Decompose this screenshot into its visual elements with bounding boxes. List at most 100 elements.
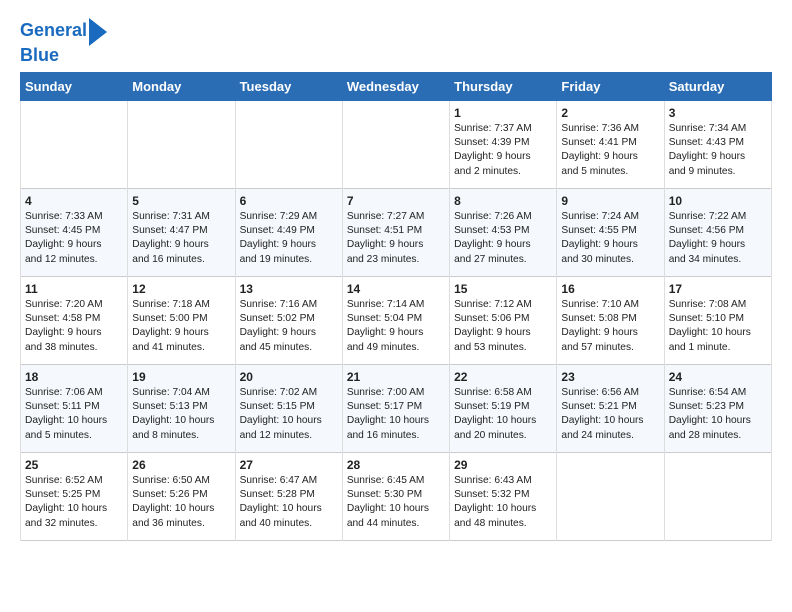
- cell-content: Sunrise: 7:08 AM Sunset: 5:10 PM Dayligh…: [669, 298, 767, 355]
- calendar-cell: 18 Sunrise: 7:06 AM Sunset: 5:11 PM Dayli…: [21, 364, 128, 452]
- calendar-day-header: Tuesday: [235, 72, 342, 100]
- cell-content: Sunrise: 6:50 AM Sunset: 5:26 PM Dayligh…: [132, 474, 230, 531]
- calendar-cell: 20 Sunrise: 7:02 AM Sunset: 5:15 PM Dayli…: [235, 364, 342, 452]
- calendar-cell: 8 Sunrise: 7:26 AM Sunset: 4:53 PM Daylig…: [450, 188, 557, 276]
- calendar-day-header: Monday: [128, 72, 235, 100]
- calendar-cell: 11Sunrise: 7:20 AM Sunset: 4:58 PM Dayli…: [21, 276, 128, 364]
- cell-content: Sunrise: 7:00 AM Sunset: 5:17 PM Dayligh…: [347, 386, 445, 443]
- cell-content: Sunrise: 6:43 AM Sunset: 5:32 PM Dayligh…: [454, 474, 552, 531]
- calendar-cell: 14 Sunrise: 7:14 AM Sunset: 5:04 PM Dayli…: [342, 276, 449, 364]
- day-number: 18: [25, 370, 123, 384]
- day-number: 16: [561, 282, 659, 296]
- cell-content: Sunrise: 7:18 AM Sunset: 5:00 PM Dayligh…: [132, 298, 230, 355]
- calendar-day-header: Saturday: [664, 72, 771, 100]
- day-number: 10: [669, 194, 767, 208]
- day-number: 23: [561, 370, 659, 384]
- day-number: 1: [454, 106, 552, 120]
- day-number: 13: [240, 282, 338, 296]
- cell-content: Sunrise: 6:56 AM Sunset: 5:21 PM Dayligh…: [561, 386, 659, 443]
- calendar-cell: 15 Sunrise: 7:12 AM Sunset: 5:06 PM Dayli…: [450, 276, 557, 364]
- calendar-cell: 24 Sunrise: 6:54 AM Sunset: 5:23 PM Dayli…: [664, 364, 771, 452]
- day-number: 4: [25, 194, 123, 208]
- calendar-cell: [21, 100, 128, 188]
- calendar-cell: 27 Sunrise: 6:47 AM Sunset: 5:28 PM Dayli…: [235, 452, 342, 540]
- cell-content: Sunrise: 6:47 AM Sunset: 5:28 PM Dayligh…: [240, 474, 338, 531]
- page-header: General Blue: [20, 16, 772, 66]
- cell-content: Sunrise: 7:33 AM Sunset: 4:45 PM Dayligh…: [25, 210, 123, 267]
- calendar-table: SundayMondayTuesdayWednesdayThursdayFrid…: [20, 72, 772, 541]
- day-number: 22: [454, 370, 552, 384]
- cell-content: Sunrise: 7:02 AM Sunset: 5:15 PM Dayligh…: [240, 386, 338, 443]
- calendar-cell: 29 Sunrise: 6:43 AM Sunset: 5:32 PM Dayli…: [450, 452, 557, 540]
- cell-content: Sunrise: 6:58 AM Sunset: 5:19 PM Dayligh…: [454, 386, 552, 443]
- day-number: 3: [669, 106, 767, 120]
- calendar-cell: 3 Sunrise: 7:34 AM Sunset: 4:43 PM Daylig…: [664, 100, 771, 188]
- day-number: 8: [454, 194, 552, 208]
- calendar-cell: 4 Sunrise: 7:33 AM Sunset: 4:45 PM Daylig…: [21, 188, 128, 276]
- cell-content: Sunrise: 7:34 AM Sunset: 4:43 PM Dayligh…: [669, 122, 767, 179]
- calendar-cell: 12 Sunrise: 7:18 AM Sunset: 5:00 PM Dayli…: [128, 276, 235, 364]
- calendar-cell: 1 Sunrise: 7:37 AM Sunset: 4:39 PM Daylig…: [450, 100, 557, 188]
- cell-content: Sunrise: 7:06 AM Sunset: 5:11 PM Dayligh…: [25, 386, 123, 443]
- cell-content: Sunrise: 7:26 AM Sunset: 4:53 PM Dayligh…: [454, 210, 552, 267]
- calendar-week-row: 11Sunrise: 7:20 AM Sunset: 4:58 PM Dayli…: [21, 276, 772, 364]
- calendar-cell: 16 Sunrise: 7:10 AM Sunset: 5:08 PM Dayli…: [557, 276, 664, 364]
- calendar-body: 1 Sunrise: 7:37 AM Sunset: 4:39 PM Daylig…: [21, 100, 772, 540]
- calendar-week-row: 1 Sunrise: 7:37 AM Sunset: 4:39 PM Daylig…: [21, 100, 772, 188]
- calendar-cell: 9 Sunrise: 7:24 AM Sunset: 4:55 PM Daylig…: [557, 188, 664, 276]
- day-number: 24: [669, 370, 767, 384]
- calendar-cell: 6Sunrise: 7:29 AM Sunset: 4:49 PM Daylig…: [235, 188, 342, 276]
- calendar-cell: [235, 100, 342, 188]
- day-number: 20: [240, 370, 338, 384]
- day-number: 19: [132, 370, 230, 384]
- cell-content: Sunrise: 7:04 AM Sunset: 5:13 PM Dayligh…: [132, 386, 230, 443]
- day-number: 17: [669, 282, 767, 296]
- calendar-cell: 23 Sunrise: 6:56 AM Sunset: 5:21 PM Dayli…: [557, 364, 664, 452]
- day-number: 21: [347, 370, 445, 384]
- calendar-cell: 7 Sunrise: 7:27 AM Sunset: 4:51 PM Daylig…: [342, 188, 449, 276]
- calendar-day-header: Friday: [557, 72, 664, 100]
- day-number: 27: [240, 458, 338, 472]
- day-number: 12: [132, 282, 230, 296]
- day-number: 25: [25, 458, 123, 472]
- calendar-cell: 22 Sunrise: 6:58 AM Sunset: 5:19 PM Dayli…: [450, 364, 557, 452]
- calendar-week-row: 18 Sunrise: 7:06 AM Sunset: 5:11 PM Dayli…: [21, 364, 772, 452]
- calendar-cell: [664, 452, 771, 540]
- calendar-cell: 25 Sunrise: 6:52 AM Sunset: 5:25 PM Dayli…: [21, 452, 128, 540]
- cell-content: Sunrise: 7:16 AM Sunset: 5:02 PM Dayligh…: [240, 298, 338, 355]
- day-number: 2: [561, 106, 659, 120]
- day-number: 14: [347, 282, 445, 296]
- cell-content: Sunrise: 6:54 AM Sunset: 5:23 PM Dayligh…: [669, 386, 767, 443]
- cell-content: Sunrise: 7:10 AM Sunset: 5:08 PM Dayligh…: [561, 298, 659, 355]
- calendar-week-row: 4 Sunrise: 7:33 AM Sunset: 4:45 PM Daylig…: [21, 188, 772, 276]
- calendar-cell: 28Sunrise: 6:45 AM Sunset: 5:30 PM Dayli…: [342, 452, 449, 540]
- calendar-header-row: SundayMondayTuesdayWednesdayThursdayFrid…: [21, 72, 772, 100]
- logo: General Blue: [20, 16, 107, 66]
- calendar-cell: 10Sunrise: 7:22 AM Sunset: 4:56 PM Dayli…: [664, 188, 771, 276]
- day-number: 9: [561, 194, 659, 208]
- logo-text: General: [20, 21, 87, 41]
- day-number: 15: [454, 282, 552, 296]
- calendar-cell: 26Sunrise: 6:50 AM Sunset: 5:26 PM Dayli…: [128, 452, 235, 540]
- day-number: 7: [347, 194, 445, 208]
- calendar-cell: 5Sunrise: 7:31 AM Sunset: 4:47 PM Daylig…: [128, 188, 235, 276]
- cell-content: Sunrise: 7:14 AM Sunset: 5:04 PM Dayligh…: [347, 298, 445, 355]
- cell-content: Sunrise: 7:29 AM Sunset: 4:49 PM Dayligh…: [240, 210, 338, 267]
- day-number: 29: [454, 458, 552, 472]
- cell-content: Sunrise: 7:20 AM Sunset: 4:58 PM Dayligh…: [25, 298, 123, 355]
- calendar-cell: [128, 100, 235, 188]
- logo-subtext: Blue: [20, 46, 59, 66]
- calendar-cell: 13 Sunrise: 7:16 AM Sunset: 5:02 PM Dayli…: [235, 276, 342, 364]
- calendar-day-header: Thursday: [450, 72, 557, 100]
- cell-content: Sunrise: 7:12 AM Sunset: 5:06 PM Dayligh…: [454, 298, 552, 355]
- day-number: 28: [347, 458, 445, 472]
- cell-content: Sunrise: 7:27 AM Sunset: 4:51 PM Dayligh…: [347, 210, 445, 267]
- logo-arrow-icon: [89, 18, 107, 46]
- calendar-cell: 17 Sunrise: 7:08 AM Sunset: 5:10 PM Dayli…: [664, 276, 771, 364]
- cell-content: Sunrise: 6:52 AM Sunset: 5:25 PM Dayligh…: [25, 474, 123, 531]
- cell-content: Sunrise: 7:24 AM Sunset: 4:55 PM Dayligh…: [561, 210, 659, 267]
- cell-content: Sunrise: 7:37 AM Sunset: 4:39 PM Dayligh…: [454, 122, 552, 179]
- calendar-cell: [342, 100, 449, 188]
- cell-content: Sunrise: 7:31 AM Sunset: 4:47 PM Dayligh…: [132, 210, 230, 267]
- calendar-week-row: 25 Sunrise: 6:52 AM Sunset: 5:25 PM Dayli…: [21, 452, 772, 540]
